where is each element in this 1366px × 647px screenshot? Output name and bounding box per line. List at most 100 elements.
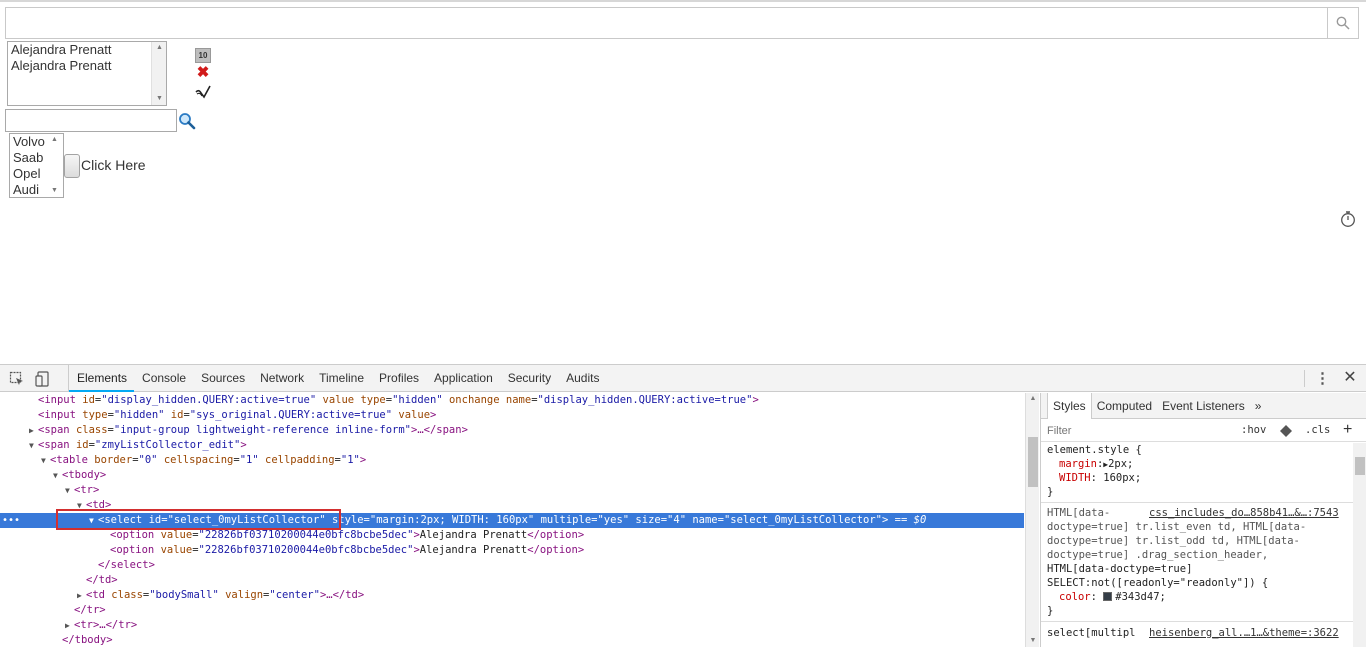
device-toggle-icon[interactable] xyxy=(35,371,51,387)
rule-selector[interactable]: doctype=true] .drag_section_header, xyxy=(1047,548,1268,562)
tab-security[interactable]: Security xyxy=(500,365,558,392)
unlock-check-icon[interactable] xyxy=(194,84,212,100)
list-scrollbar[interactable]: ▲ ▼ xyxy=(47,134,63,197)
dom-node-line[interactable]: ▼ <span id="zmyListCollector_edit"> xyxy=(0,438,1024,453)
dom-node-line[interactable]: </tr> xyxy=(0,603,1024,618)
rule-selector[interactable]: element.style { xyxy=(1047,443,1142,457)
collapse-triangle-icon[interactable]: ▼ xyxy=(53,468,62,483)
close-icon[interactable]: ✕ xyxy=(1342,369,1358,387)
dom-node-line[interactable]: ▶ <td class="bodySmall" valign="center">…… xyxy=(0,588,1024,603)
list-scrollbar[interactable]: ▲ ▼ xyxy=(151,42,166,105)
reference-filter-input-wrap[interactable] xyxy=(5,109,177,132)
tab-sources[interactable]: Sources xyxy=(193,365,252,392)
dom-node-line[interactable]: ▼ <tr> xyxy=(0,483,1024,498)
styles-tabs: Styles Computed Event Listeners » xyxy=(1041,393,1366,419)
top-search-button[interactable] xyxy=(1327,8,1358,38)
selected-users-list[interactable]: Alejandra Prenatt Alejandra Prenatt ▲ ▼ xyxy=(7,41,167,106)
scroll-down-arrow-icon[interactable]: ▼ xyxy=(1026,635,1040,647)
scroll-thumb[interactable] xyxy=(1028,437,1038,487)
style-declaration[interactable]: WIDTH: 160px; xyxy=(1059,471,1141,485)
rule-close-brace: } xyxy=(1047,486,1054,498)
rule-divider xyxy=(1041,502,1353,503)
tab-elements[interactable]: Elements xyxy=(69,365,135,392)
style-declaration[interactable]: color: #343d47; xyxy=(1059,590,1166,604)
tab-styles[interactable]: Styles xyxy=(1047,393,1092,419)
rule-selector[interactable]: HTML[data- xyxy=(1047,506,1110,520)
collapse-triangle-icon[interactable]: ▼ xyxy=(65,483,74,498)
scroll-down-arrow-icon[interactable]: ▼ xyxy=(152,93,167,105)
more-tabs-chevron-icon[interactable]: » xyxy=(1250,393,1267,419)
list-option[interactable]: Alejandra Prenatt xyxy=(8,42,166,58)
list-count-icon[interactable]: 10 xyxy=(195,48,211,63)
toolbar-divider xyxy=(1304,370,1305,387)
tab-computed[interactable]: Computed xyxy=(1092,393,1157,419)
dom-node-line[interactable]: ▼ <table border="0" cellspacing="1" cellp… xyxy=(0,453,1024,468)
dom-node-line[interactable]: ▶ <span class="input-group lightweight-re… xyxy=(0,423,1024,438)
expand-triangle-icon[interactable]: ▶ xyxy=(77,588,86,603)
rule-selector[interactable]: doctype=true] tr.list_odd td, HTML[data- xyxy=(1047,534,1300,548)
dom-node-line[interactable]: </td> xyxy=(0,573,1024,588)
tab-console[interactable]: Console xyxy=(134,365,193,392)
collapse-triangle-icon[interactable]: ▼ xyxy=(41,453,50,468)
style-declaration[interactable]: margin:▶2px; xyxy=(1059,457,1133,471)
new-rule-plus-icon[interactable]: + xyxy=(1343,421,1352,439)
top-search-bar[interactable] xyxy=(5,7,1359,39)
devtools-tabs: Elements Console Sources Network Timelin… xyxy=(68,365,606,392)
styles-rules: element.style { margin:▶2px; WIDTH: 160p… xyxy=(1041,443,1353,647)
expand-triangle-icon[interactable]: ▶ xyxy=(65,618,74,633)
styles-filter-bar: :hov .cls + xyxy=(1041,420,1366,442)
click-here-button[interactable] xyxy=(64,154,80,178)
scroll-up-arrow-icon[interactable]: ▲ xyxy=(1026,393,1040,405)
rule-close-brace: } xyxy=(1047,605,1054,617)
tab-network[interactable]: Network xyxy=(252,365,311,392)
tab-timeline[interactable]: Timeline xyxy=(311,365,371,392)
top-search-input[interactable] xyxy=(6,8,1328,38)
rule-selector[interactable]: doctype=true] tr.list_even td, HTML[data… xyxy=(1047,520,1306,534)
tab-profiles[interactable]: Profiles xyxy=(371,365,426,392)
stylesheet-link[interactable]: css_includes_do…858b41…&…:7543 xyxy=(1149,506,1339,520)
inspect-element-icon[interactable] xyxy=(9,371,25,387)
hover-state-toggle[interactable]: :hov xyxy=(1241,424,1266,436)
collapse-triangle-icon[interactable]: ▼ xyxy=(29,438,38,453)
dom-node-line[interactable]: </tbody> xyxy=(0,633,1024,647)
color-swatch[interactable] xyxy=(1103,592,1113,601)
dom-node-line[interactable]: <option value="22826bf03710200044e0bfc8b… xyxy=(0,543,1024,558)
styles-filter-input[interactable] xyxy=(1045,422,1225,440)
click-here-label: Click Here xyxy=(81,157,146,173)
expand-triangle-icon[interactable]: ▶ xyxy=(29,423,38,438)
scroll-up-arrow-icon[interactable]: ▲ xyxy=(47,134,62,146)
remove-icon[interactable]: ✖ xyxy=(196,65,210,80)
stopwatch-icon[interactable] xyxy=(1340,210,1356,228)
dom-node-line[interactable]: <input type="hidden" id="sys_original.QU… xyxy=(0,408,1024,423)
reference-filter-input[interactable] xyxy=(6,110,176,131)
stylesheet-link[interactable]: heisenberg_all.…1…&theme=:3622 xyxy=(1149,626,1339,640)
dom-node-line[interactable]: ▶ <tr>…</tr> xyxy=(0,618,1024,633)
scroll-thumb[interactable] xyxy=(1355,457,1365,475)
rule-selector[interactable]: HTML[data-doctype=true] xyxy=(1047,562,1192,576)
tab-audits[interactable]: Audits xyxy=(558,365,606,392)
list-option[interactable]: Alejandra Prenatt xyxy=(8,58,166,74)
tab-event-listeners[interactable]: Event Listeners xyxy=(1157,393,1250,419)
rule-selector[interactable]: select[multipl xyxy=(1047,626,1136,640)
car-select-list[interactable]: Volvo Saab Opel Audi ▲ ▼ xyxy=(9,133,64,198)
rule-divider xyxy=(1041,621,1353,622)
more-options-icon[interactable]: ⋮ xyxy=(1315,370,1330,388)
devtools-panel: Elements Console Sources Network Timelin… xyxy=(0,364,1366,647)
class-toggle[interactable]: .cls xyxy=(1305,424,1330,436)
scroll-up-arrow-icon[interactable]: ▲ xyxy=(152,42,167,54)
tab-application[interactable]: Application xyxy=(426,365,500,392)
top-border xyxy=(0,0,1366,2)
elements-tree: <input id="display_hidden.QUERY:active=t… xyxy=(0,393,1024,647)
elements-scrollbar[interactable]: ▲ ▼ xyxy=(1025,393,1039,647)
scroll-down-arrow-icon[interactable]: ▼ xyxy=(47,185,62,197)
node-options-icon[interactable]: ••• xyxy=(2,513,20,528)
dom-node-line[interactable]: <option value="22826bf03710200044e0bfc8b… xyxy=(0,528,1024,543)
dom-node-line[interactable]: ▼ <tbody> xyxy=(0,468,1024,483)
devtools-toolbar: Elements Console Sources Network Timelin… xyxy=(0,365,1366,392)
rule-selector[interactable]: SELECT:not([readonly="readonly"]) { xyxy=(1047,576,1268,590)
dom-node-line[interactable]: <input id="display_hidden.QUERY:active=t… xyxy=(0,393,1024,408)
dom-node-line[interactable]: </select> xyxy=(0,558,1024,573)
styles-scrollbar[interactable] xyxy=(1353,443,1366,647)
rendering-paint-icon[interactable] xyxy=(1279,424,1293,438)
lookup-magnifier-icon[interactable] xyxy=(178,112,196,130)
